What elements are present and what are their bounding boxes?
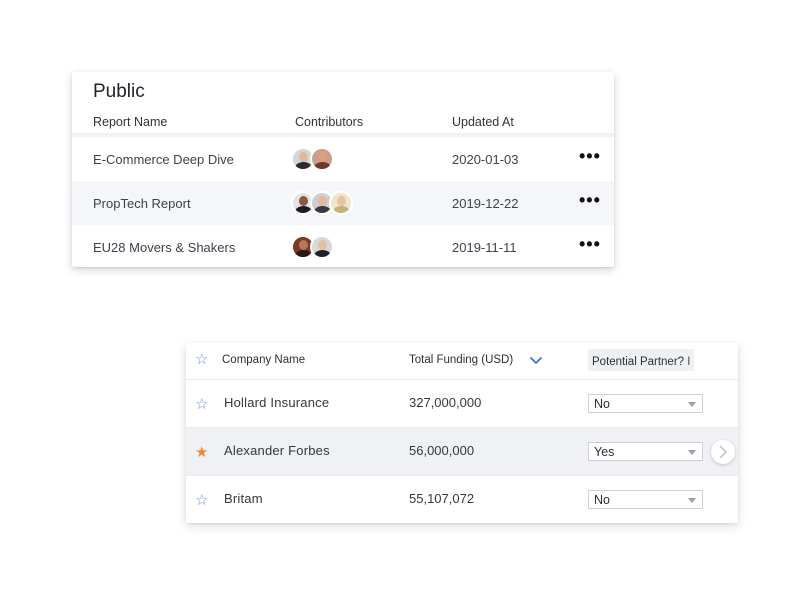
total-funding: 56,000,000	[409, 443, 475, 458]
star-outline-icon[interactable]: ☆	[195, 491, 208, 509]
text-cursor-icon: I	[687, 354, 691, 368]
report-name[interactable]: PropTech Report	[93, 196, 191, 211]
updated-date: 2020-01-03	[452, 152, 519, 167]
more-options-icon[interactable]: •••	[579, 234, 601, 255]
column-potential-partner[interactable]: Potential Partner? I	[588, 349, 695, 371]
partner-select[interactable]: Yes	[588, 442, 703, 461]
avatar	[310, 235, 334, 259]
chevron-right-icon	[719, 445, 727, 459]
table-row[interactable]: ★ Alexander Forbes 56,000,000 Yes	[186, 428, 738, 475]
company-name[interactable]: Alexander Forbes	[224, 443, 330, 458]
company-table-card: ☆ Company Name Total Funding (USD) Poten…	[186, 343, 738, 523]
column-company-name[interactable]: Company Name	[222, 354, 305, 366]
table-row[interactable]: ☆ Britam 55,107,072 No	[186, 476, 738, 523]
report-name[interactable]: EU28 Movers & Shakers	[93, 240, 235, 255]
star-outline-icon[interactable]: ☆	[195, 395, 208, 413]
public-reports-card: Public Report Name Contributors Updated …	[72, 72, 614, 267]
more-options-icon[interactable]: •••	[579, 146, 601, 167]
dropdown-caret-icon	[688, 498, 696, 503]
contributor-avatars	[291, 235, 381, 259]
dropdown-caret-icon	[688, 402, 696, 407]
updated-date: 2019-11-11	[452, 240, 517, 255]
table-header: Report Name Contributors Updated At	[72, 113, 614, 135]
partner-select[interactable]: No	[588, 394, 703, 413]
table-row[interactable]: ☆ Hollard Insurance 327,000,000 No	[186, 380, 738, 427]
scroll-right-button[interactable]	[711, 440, 735, 464]
avatar	[329, 191, 353, 215]
sort-descending-icon[interactable]	[529, 353, 543, 367]
table-header: ☆ Company Name Total Funding (USD) Poten…	[186, 343, 738, 379]
company-name[interactable]: Britam	[224, 491, 263, 506]
star-filled-icon[interactable]: ★	[195, 443, 208, 461]
total-funding: 55,107,072	[409, 491, 475, 506]
table-row[interactable]: E-Commerce Deep Dive 2020-01-03 •••	[72, 137, 614, 181]
column-total-funding[interactable]: Total Funding (USD)	[409, 354, 513, 366]
updated-date: 2019-12-22	[452, 196, 519, 211]
column-updated-at[interactable]: Updated At	[452, 115, 514, 129]
star-column-icon[interactable]: ☆	[195, 350, 208, 368]
contributor-avatars	[291, 147, 381, 171]
avatar	[310, 147, 334, 171]
dropdown-caret-icon	[688, 450, 696, 455]
column-contributors[interactable]: Contributors	[295, 115, 363, 129]
report-name[interactable]: E-Commerce Deep Dive	[93, 152, 234, 167]
table-row[interactable]: EU28 Movers & Shakers 2019-11-11 •••	[72, 225, 614, 267]
partner-select-value: No	[594, 397, 610, 411]
card-title: Public	[93, 81, 145, 102]
partner-select-value: No	[594, 493, 610, 507]
more-options-icon[interactable]: •••	[579, 190, 601, 211]
column-report-name[interactable]: Report Name	[93, 115, 167, 129]
column-potential-partner-label: Potential Partner?	[592, 356, 685, 368]
contributor-avatars	[291, 191, 381, 215]
total-funding: 327,000,000	[409, 395, 482, 410]
table-row[interactable]: PropTech Report 2019-12-22 •••	[72, 181, 614, 225]
partner-select[interactable]: No	[588, 490, 703, 509]
company-name[interactable]: Hollard Insurance	[224, 395, 329, 410]
partner-select-value: Yes	[594, 445, 615, 459]
